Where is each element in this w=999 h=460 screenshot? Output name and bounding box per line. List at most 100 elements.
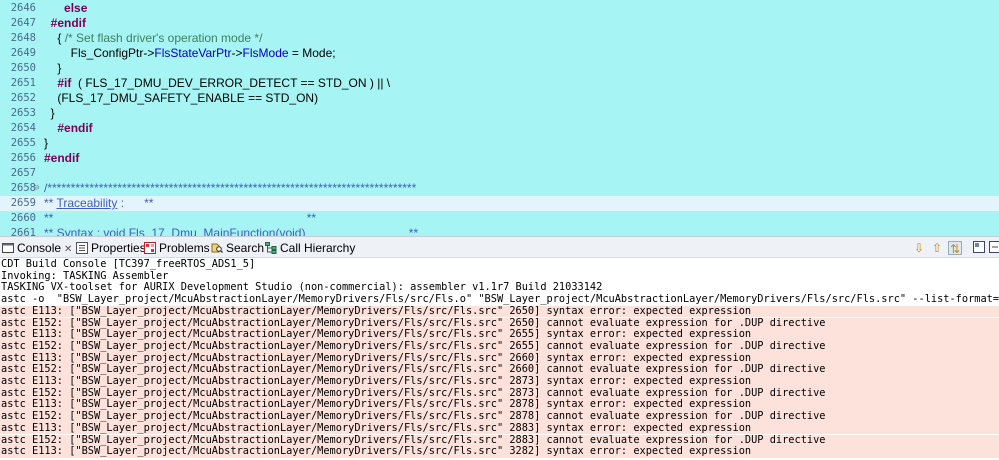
line-number: 2659 <box>10 197 36 209</box>
problems-icon <box>144 242 156 254</box>
line-number: 2653 <box>10 107 36 119</box>
console-error-line[interactable]: astc E113: ["BSW_Layer_project/McuAbstra… <box>0 305 999 318</box>
code-token: Traceability <box>56 196 118 210</box>
code-line[interactable]: 2650 } <box>0 61 999 76</box>
line-number: 2647 <box>10 17 36 29</box>
view-tab-bar: Console ✕ Properties Problems Search Cal… <box>0 236 999 258</box>
code-text: } <box>44 136 48 151</box>
line-number: 2648 <box>10 32 36 44</box>
tab-call-hierarchy[interactable]: Call Hierarchy <box>265 240 355 256</box>
call-hierarchy-icon <box>265 242 277 254</box>
tab-properties-label: Properties <box>91 241 146 255</box>
code-line[interactable]: 2649 Fls_ConfigPtr->FlsStateVarPtr->FlsM… <box>0 46 999 61</box>
search-icon <box>211 243 223 253</box>
code-token: { <box>44 31 65 45</box>
code-token: -> <box>231 46 243 60</box>
code-text: ** Syntax : void Fls_17_Dmu_MainFunction… <box>44 226 418 236</box>
code-text: ** Traceability : ** <box>44 196 153 211</box>
code-line[interactable]: 2654 #endif <box>0 121 999 136</box>
line-number: 2655 <box>10 137 36 149</box>
code-line[interactable]: 2657 <box>0 166 999 181</box>
code-line[interactable]: 2647 #endif <box>0 16 999 31</box>
new-console-icon[interactable] <box>988 241 999 255</box>
code-token: #endif <box>57 121 93 135</box>
display-console-icon[interactable] <box>972 241 986 255</box>
code-token: : ** <box>117 196 154 210</box>
code-token: = Mode; <box>288 46 336 60</box>
code-line[interactable]: 2655} <box>0 136 999 151</box>
code-token: Fls_ConfigPtr-> <box>44 46 155 60</box>
code-line[interactable]: 2646 else <box>0 1 999 16</box>
console-icon <box>2 243 14 253</box>
console-error-line[interactable]: astc E152: ["BSW_Layer_project/McuAbstra… <box>0 340 999 353</box>
code-token: else <box>64 1 88 15</box>
line-number: 2661 <box>10 227 36 236</box>
code-text: #endif <box>44 121 93 136</box>
scroll-down-arrow-icon[interactable]: ⇩ <box>912 241 926 255</box>
code-text: /***************************************… <box>44 181 416 196</box>
console-error-line[interactable]: astc E113: ["BSW_Layer_project/McuAbstra… <box>0 422 999 435</box>
line-number: 2652 <box>10 92 36 104</box>
code-line[interactable]: 2651 #if ( FLS_17_DMU_DEV_ERROR_DETECT =… <box>0 76 999 91</box>
tab-console-label: Console <box>17 241 62 255</box>
code-token: ** <box>44 196 57 210</box>
scroll-lock-icon[interactable]: ⇅ <box>948 241 962 256</box>
code-line[interactable]: 2661 ** Syntax : void Fls_17_Dmu_MainFunc… <box>0 226 999 236</box>
code-text: #endif <box>44 151 79 166</box>
code-line[interactable]: 2648 { /* Set flash driver's operation m… <box>0 31 999 46</box>
build-console[interactable]: CDT Build Console [TC397_freeRTOS_ADS1_5… <box>0 258 999 460</box>
code-text: #endif <box>44 16 86 31</box>
line-number: 2651 <box>10 77 36 89</box>
line-number: 2654 <box>10 122 36 134</box>
code-token: ( FLS_17_DMU_DEV_ERROR_DETECT == STD_ON … <box>71 76 391 90</box>
line-number: 2656 <box>10 152 36 164</box>
console-error-line[interactable]: astc E113: ["BSW_Layer_project/McuAbstra… <box>0 445 999 458</box>
code-token: (FLS_17_DMU_SAFETY_ENABLE == STD_ON) <box>44 91 319 105</box>
line-number: 2658 <box>10 182 36 194</box>
code-editor[interactable]: 2646 else 2647 #endif 2648 { /* Set flash … <box>0 0 999 236</box>
scroll-up-arrow-icon[interactable]: ⇧ <box>930 241 944 255</box>
code-token: } <box>44 61 62 75</box>
code-line[interactable]: 2659 ** Traceability : ** <box>0 196 999 211</box>
code-token: FlsMode <box>242 46 289 60</box>
code-line[interactable]: 2660 ** ** <box>0 211 999 226</box>
code-text: } <box>44 106 55 121</box>
code-text: { /* Set flash driver's operation mode *… <box>44 31 262 46</box>
code-text: else <box>44 1 87 16</box>
tab-problems-label: Problems <box>159 241 210 255</box>
close-icon[interactable]: ✕ <box>64 244 72 255</box>
tab-console[interactable]: Console ✕ <box>2 240 72 256</box>
code-token: } <box>44 136 49 150</box>
tab-properties[interactable]: Properties <box>76 240 146 256</box>
code-line[interactable]: 2656 #endif <box>0 151 999 166</box>
code-token: #endif <box>44 151 80 165</box>
properties-icon <box>76 242 88 254</box>
line-number: 2657 <box>10 167 36 179</box>
code-line[interactable]: 2653 } <box>0 106 999 121</box>
code-text: (FLS_17_DMU_SAFETY_ENABLE == STD_ON) <box>44 91 318 106</box>
code-token: FlsStateVarPtr <box>154 46 232 60</box>
tab-problems[interactable]: Problems <box>144 240 210 256</box>
code-line[interactable]: 2652 (FLS_17_DMU_SAFETY_ENABLE == STD_ON… <box>0 91 999 106</box>
tab-search[interactable]: Search <box>211 240 264 256</box>
code-text: #if ( FLS_17_DMU_DEV_ERROR_DETECT == STD… <box>44 76 390 91</box>
console-title: CDT Build Console [TC397_freeRTOS_ADS1_5… <box>1 258 256 270</box>
code-line[interactable]: 2658 ⊖/**********************************… <box>0 181 999 196</box>
code-text: Fls_ConfigPtr->FlsStateVarPtr->FlsMode =… <box>44 46 336 61</box>
code-token: #if <box>57 76 72 90</box>
line-number: 2646 <box>10 2 36 14</box>
console-error-line[interactable]: astc E113: ["BSW_Layer_project/McuAbstra… <box>0 375 999 388</box>
code-text: } <box>44 61 61 76</box>
code-token: /* Set flash driver's operation mode */ <box>64 31 263 45</box>
line-number: 2660 <box>10 212 36 224</box>
tab-call-hierarchy-label: Call Hierarchy <box>280 241 356 255</box>
line-number: 2649 <box>10 47 36 59</box>
code-token: #endif <box>50 16 87 30</box>
code-token: ** Syntax : void Fls_17_Dmu_MainFunction… <box>44 226 419 236</box>
fold-toggle-icon[interactable]: ⊖ <box>34 181 42 196</box>
code-text: ** ** <box>44 211 316 226</box>
